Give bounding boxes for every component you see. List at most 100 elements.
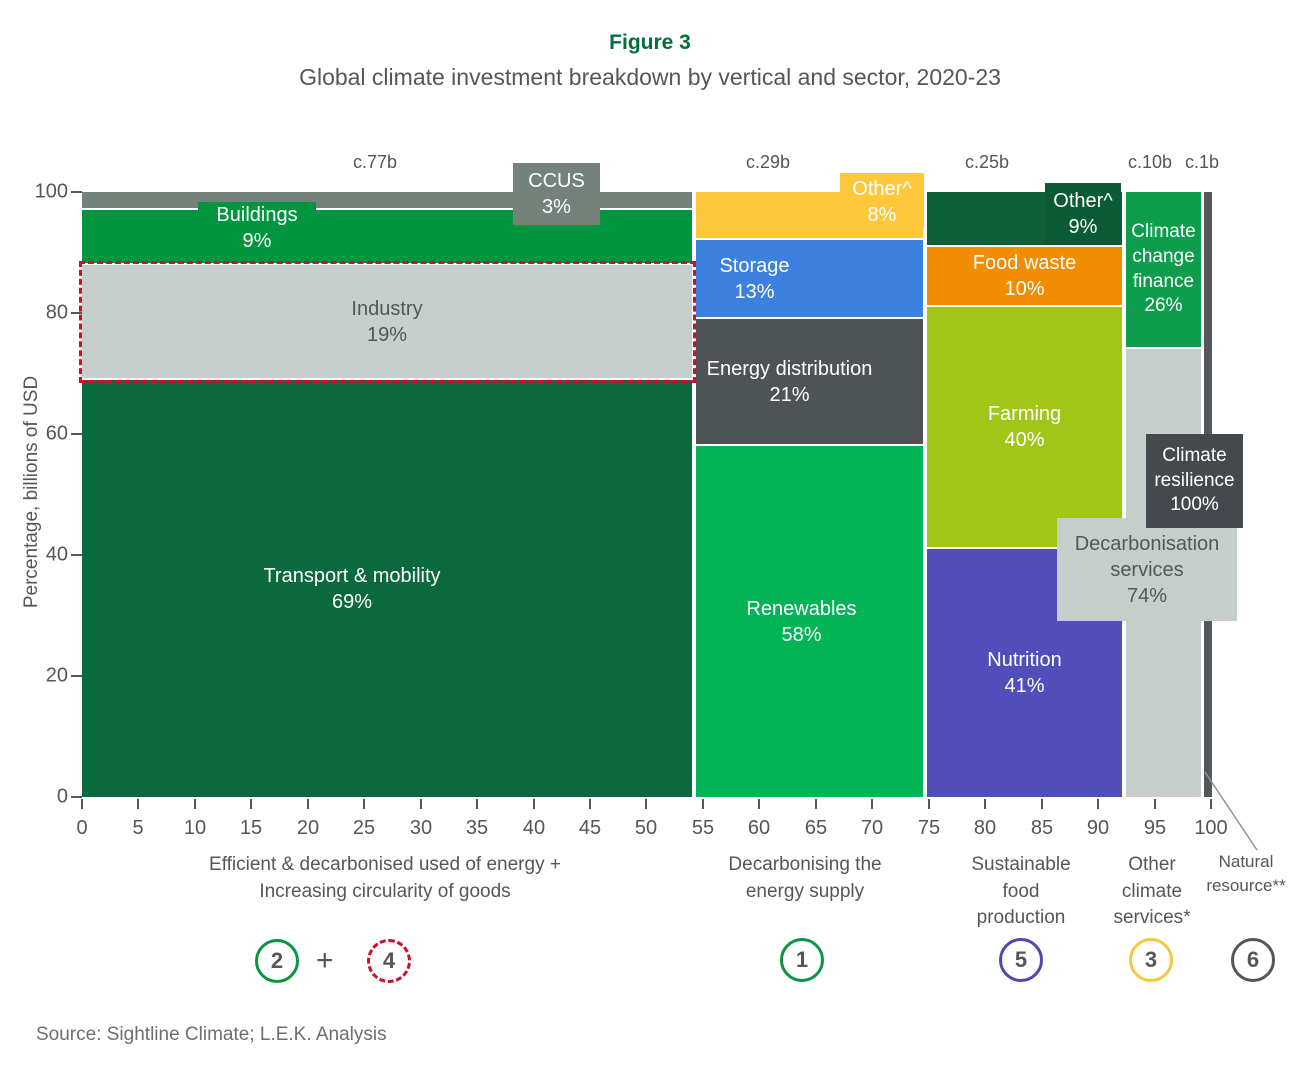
x-tick-mark bbox=[984, 799, 986, 809]
callout-pct: 8% bbox=[852, 202, 911, 228]
figure-label: Figure 3 bbox=[0, 31, 1300, 55]
y-tick-label: 60 bbox=[24, 423, 68, 446]
x-tick-label: 20 bbox=[297, 817, 319, 840]
segment-label: Climate change finance bbox=[1126, 220, 1201, 294]
column-total-c10b: c.10b bbox=[1128, 152, 1172, 173]
callout-pct: 9% bbox=[1053, 214, 1112, 240]
x-tick-label: 60 bbox=[748, 817, 770, 840]
badge-1: 1 bbox=[780, 938, 824, 982]
x-tick-label: 80 bbox=[974, 817, 996, 840]
callout-pct: 74% bbox=[1057, 583, 1237, 609]
natural-resource-leader-line bbox=[1195, 758, 1275, 858]
segment-pct: 13% bbox=[719, 279, 789, 305]
other-energy-callout: Other^8% bbox=[840, 173, 924, 230]
badge-4-dashed: 4 bbox=[367, 939, 411, 983]
callout-pct: 100% bbox=[1146, 493, 1243, 518]
x-tick-label: 10 bbox=[184, 817, 206, 840]
segment-pct: 58% bbox=[746, 622, 856, 648]
x-tick-label: 35 bbox=[466, 817, 488, 840]
x-tick-label: 40 bbox=[523, 817, 545, 840]
y-tick-mark bbox=[71, 675, 82, 677]
x-tick-label: 30 bbox=[410, 817, 432, 840]
y-tick-mark bbox=[71, 191, 82, 193]
x-tick-mark bbox=[758, 799, 760, 809]
segment-renewables: Renewables58% bbox=[696, 446, 923, 797]
x-tick-mark bbox=[420, 799, 422, 809]
x-tick-label: 75 bbox=[918, 817, 940, 840]
segment-pct: 40% bbox=[988, 427, 1061, 453]
x-tick-mark bbox=[928, 799, 930, 809]
category-label-sustainable-food: Sustainable food production bbox=[951, 852, 1091, 932]
x-tick-label: 95 bbox=[1144, 817, 1166, 840]
callout-label: Climate resilience bbox=[1146, 444, 1243, 493]
decarbonisation-services-callout: Decarbonisation services74% bbox=[1057, 518, 1237, 621]
climate-resilience-callout: Climate resilience100% bbox=[1146, 434, 1243, 528]
column-total-c25b: c.25b bbox=[965, 152, 1009, 173]
callout-label: Decarbonisation services bbox=[1057, 531, 1237, 583]
x-tick-mark bbox=[1097, 799, 1099, 809]
badge-6: 6 bbox=[1231, 938, 1275, 982]
industry-highlight-dashed-box bbox=[79, 261, 696, 383]
segment-transport-mobility: Transport & mobility69% bbox=[82, 380, 692, 797]
x-tick-label: 15 bbox=[240, 817, 262, 840]
x-tick-mark bbox=[1041, 799, 1043, 809]
x-tick-mark bbox=[81, 799, 83, 809]
column-total-c1b: c.1b bbox=[1185, 152, 1219, 173]
ccus-callout: CCUS3% bbox=[513, 163, 600, 225]
badge-plus-sign: + bbox=[316, 944, 334, 978]
x-tick-mark bbox=[307, 799, 309, 809]
buildings-callout: Buildings9% bbox=[198, 202, 316, 254]
callout-pct: 9% bbox=[216, 228, 297, 254]
x-tick-mark bbox=[702, 799, 704, 809]
segment-pct: 41% bbox=[987, 673, 1061, 699]
y-tick-mark bbox=[71, 554, 82, 556]
x-tick-mark bbox=[815, 799, 817, 809]
x-tick-mark bbox=[363, 799, 365, 809]
badge-5: 5 bbox=[999, 938, 1043, 982]
x-tick-mark bbox=[533, 799, 535, 809]
segment-storage: Storage13% bbox=[696, 240, 923, 317]
column-total-c29b: c.29b bbox=[746, 152, 790, 173]
y-tick-label: 80 bbox=[24, 302, 68, 325]
y-tick-label: 0 bbox=[24, 786, 68, 809]
x-tick-label: 5 bbox=[132, 817, 143, 840]
segment-pct: 21% bbox=[707, 382, 873, 408]
x-tick-mark bbox=[250, 799, 252, 809]
segment-pct: 26% bbox=[1126, 294, 1201, 319]
segment-label: Transport & mobility bbox=[263, 563, 440, 589]
x-tick-mark bbox=[476, 799, 478, 809]
x-tick-label: 55 bbox=[692, 817, 714, 840]
segment-label: Nutrition bbox=[987, 647, 1061, 673]
callout-label: Other^ bbox=[1053, 188, 1112, 214]
x-tick-mark bbox=[645, 799, 647, 809]
y-tick-label: 20 bbox=[24, 665, 68, 688]
x-tick-label: 65 bbox=[805, 817, 827, 840]
badge-2: 2 bbox=[255, 939, 299, 983]
callout-label: CCUS bbox=[528, 168, 585, 194]
segment-buildings bbox=[82, 210, 692, 263]
x-tick-label: 50 bbox=[635, 817, 657, 840]
callout-label: Other^ bbox=[852, 176, 911, 202]
segment-label: Food waste bbox=[973, 250, 1076, 276]
segment-label: Renewables bbox=[746, 596, 856, 622]
x-tick-label: 45 bbox=[579, 817, 601, 840]
y-tick-mark bbox=[71, 433, 82, 435]
y-tick-mark bbox=[71, 796, 82, 798]
segment-label: Farming bbox=[988, 401, 1061, 427]
segment-climate-change-finance: Climate change finance26% bbox=[1126, 192, 1201, 347]
x-tick-label: 85 bbox=[1031, 817, 1053, 840]
segment-ccus bbox=[82, 192, 692, 208]
callout-pct: 3% bbox=[528, 194, 585, 220]
segment-label: Energy distribution bbox=[707, 356, 873, 382]
x-tick-label: 70 bbox=[861, 817, 883, 840]
segment-food-waste: Food waste10% bbox=[927, 247, 1122, 305]
figure-3-marimekko-chart: Figure 3 Global climate investment break… bbox=[0, 0, 1300, 1089]
callout-label: Buildings bbox=[216, 202, 297, 228]
badge-3: 3 bbox=[1129, 938, 1173, 982]
segment-energy-distribution: Energy distribution21% bbox=[696, 319, 923, 444]
x-tick-mark bbox=[1154, 799, 1156, 809]
figure-title: Global climate investment breakdown by v… bbox=[0, 64, 1300, 91]
category-label-efficient-energy: Efficient & decarbonised used of energy … bbox=[165, 852, 605, 905]
y-tick-label: 40 bbox=[24, 544, 68, 567]
segment-farming: Farming40% bbox=[927, 307, 1122, 547]
